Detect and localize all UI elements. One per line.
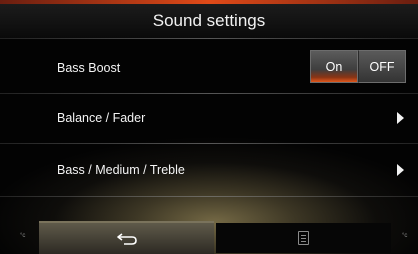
row-balance-fader[interactable]: Balance / Fader [0,93,418,143]
left-temperature: °c [20,233,26,239]
menu-list-icon [298,231,309,245]
bottom-bar: °c °c [0,219,418,254]
back-arrow-icon [116,233,137,245]
chevron-right-icon [397,164,404,176]
bass-boost-label: Bass Boost [57,61,121,75]
bass-boost-on-button[interactable]: On [310,50,358,83]
divider [0,143,418,144]
back-button[interactable] [39,221,214,254]
divider [0,196,418,197]
balance-fader-label: Balance / Fader [57,111,146,125]
right-temperature: °c [402,233,408,239]
menu-button[interactable] [216,223,391,253]
chevron-right-icon [397,112,404,124]
bass-boost-off-button[interactable]: OFF [358,50,406,83]
divider [0,38,418,39]
off-label: OFF [369,59,395,74]
bass-medium-treble-label: Bass / Medium / Treble [57,163,185,177]
page-title: Sound settings [152,11,266,30]
on-label: On [325,59,343,74]
row-bass-medium-treble[interactable]: Bass / Medium / Treble [0,145,418,195]
header-bar: Sound settings [0,4,418,38]
sound-settings-screen: Sound settings Bass Boost On OFF Balance… [0,0,418,254]
bass-boost-toggle: On OFF [310,50,406,83]
